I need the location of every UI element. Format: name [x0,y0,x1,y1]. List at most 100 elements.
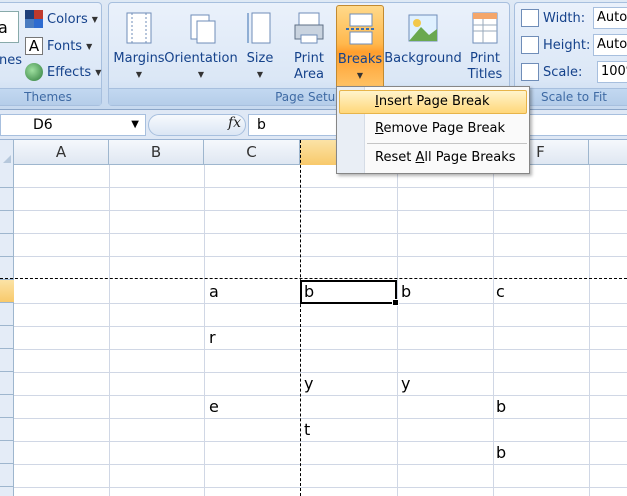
remove-page-break-item[interactable]: Remove Page Break [339,117,527,141]
cell-f4[interactable]: b [496,397,506,416]
margins-label: Margins [113,51,165,66]
fonts-button[interactable]: A Fonts ▼ [25,35,92,57]
cell-e3[interactable]: y [401,374,410,393]
print-titles-button[interactable]: Print Titles [463,5,507,91]
gridline [14,441,627,442]
menu-label-part: emove Page Break [383,121,505,136]
cell-d3[interactable]: y [304,374,313,393]
menu-label-part: ll Page Breaks [424,150,516,165]
breaks-button[interactable]: Breaks ▼ [336,5,384,91]
row-header[interactable] [0,234,14,257]
row-header[interactable] [0,326,14,349]
margins-button[interactable]: Margins ▼ [113,5,165,91]
name-box-value: D6 [33,117,53,133]
row-header-active[interactable] [0,280,14,303]
gridline [109,165,110,496]
gridline [14,395,627,396]
name-box[interactable]: D6 ▼ [0,114,146,136]
themes-group-label: Themes [0,88,101,105]
row-header[interactable] [0,441,14,464]
insert-function-icon[interactable]: fx [228,115,241,131]
effects-button[interactable]: Effects ▼ [25,61,101,83]
column-header-b[interactable]: B [109,140,204,165]
row-header[interactable] [0,349,14,372]
row-header[interactable] [0,211,14,234]
page-breaks-icon [346,13,374,45]
ribbon: a nes Colors ▼ A Fonts ▼ Effects ▼ Theme… [0,0,627,110]
width-label: Width: [543,10,586,26]
insert-page-break-item[interactable]: Insert Page Break [339,90,527,114]
size-button[interactable]: Size ▼ [243,5,277,91]
formula-bar: D6 ▼ fx b [0,110,627,140]
colors-button[interactable]: Colors ▼ [25,8,98,30]
cell-c1[interactable]: a [209,282,219,301]
cell-f1[interactable]: c [496,282,505,301]
row-header[interactable] [0,395,14,418]
reset-all-page-breaks-item[interactable]: Reset All Page Breaks [339,146,527,170]
breaks-label: Breaks [337,52,383,67]
scale-to-fit-group: Width: Autor Height: Autor Scale: 100% S… [514,2,627,106]
gridline [14,256,627,257]
select-all-button[interactable] [0,140,14,165]
height-select[interactable]: Autor [593,34,627,56]
row-header[interactable] [0,188,14,211]
cell-f6[interactable]: b [496,443,506,462]
row-header[interactable] [0,257,14,280]
chevron-down-icon: ▼ [356,71,364,80]
themes-icon[interactable]: a [0,11,19,43]
colors-icon [25,10,43,28]
print-area-button[interactable]: Print Area [287,5,331,91]
height-row: Height: [521,34,590,56]
row-header[interactable] [0,165,14,188]
background-image-icon [408,14,438,42]
themes-button-label[interactable]: nes [0,53,22,68]
print-titles-icon [472,12,498,44]
background-button[interactable]: Background [384,5,462,91]
size-label: Size [246,51,274,66]
row-header[interactable] [0,418,14,441]
row-headers [0,165,14,496]
column-header-a[interactable]: A [14,140,109,165]
print-titles-label-1: Print [470,51,500,66]
gridline [14,464,627,465]
size-icon [247,12,271,44]
cell-c4[interactable]: e [209,397,219,416]
height-icon [521,36,539,54]
scale-input[interactable]: 100% [597,61,627,83]
row-header[interactable] [0,464,14,487]
themes-group: a nes Colors ▼ A Fonts ▼ Effects ▼ Theme… [0,2,102,106]
cell-d5[interactable]: t [304,420,310,439]
gridline [204,165,205,496]
chevron-down-icon[interactable]: ▼ [131,115,139,135]
chevron-down-icon: ▼ [256,70,264,79]
menu-separator [367,143,527,144]
print-area-label-2: Area [294,67,324,82]
column-headers: A B C D E F [0,140,627,165]
gridline [14,418,627,419]
active-cell-selection[interactable] [300,280,399,306]
gridline [493,165,494,496]
breaks-dropdown-menu: Insert Page Break Remove Page Break Rese… [336,86,530,174]
gridline [14,187,627,188]
orientation-icon [190,14,216,44]
print-titles-label-2: Titles [467,67,503,82]
width-icon [521,9,539,27]
column-header-c[interactable]: C [204,140,300,165]
cell-e1[interactable]: b [401,282,411,301]
margins-icon [126,12,152,44]
worksheet-grid[interactable]: a b b c r y y e b t b [14,165,627,496]
chevron-down-icon: ▼ [95,67,102,77]
chevron-down-icon: ▼ [135,70,143,79]
fonts-icon: A [25,37,43,55]
cell-c2[interactable]: r [209,328,216,347]
orientation-button[interactable]: Orientation ▼ [164,5,238,91]
fonts-label: Fonts [47,38,83,54]
menu-label-part: nsert Page Break [378,94,490,109]
row-header[interactable] [0,303,14,326]
column-header-g[interactable] [589,140,627,165]
row-header[interactable] [0,372,14,395]
scale-label: Scale: [543,64,583,80]
width-select[interactable]: Autor [593,7,627,29]
gridline [14,487,627,488]
effects-icon [25,63,43,81]
